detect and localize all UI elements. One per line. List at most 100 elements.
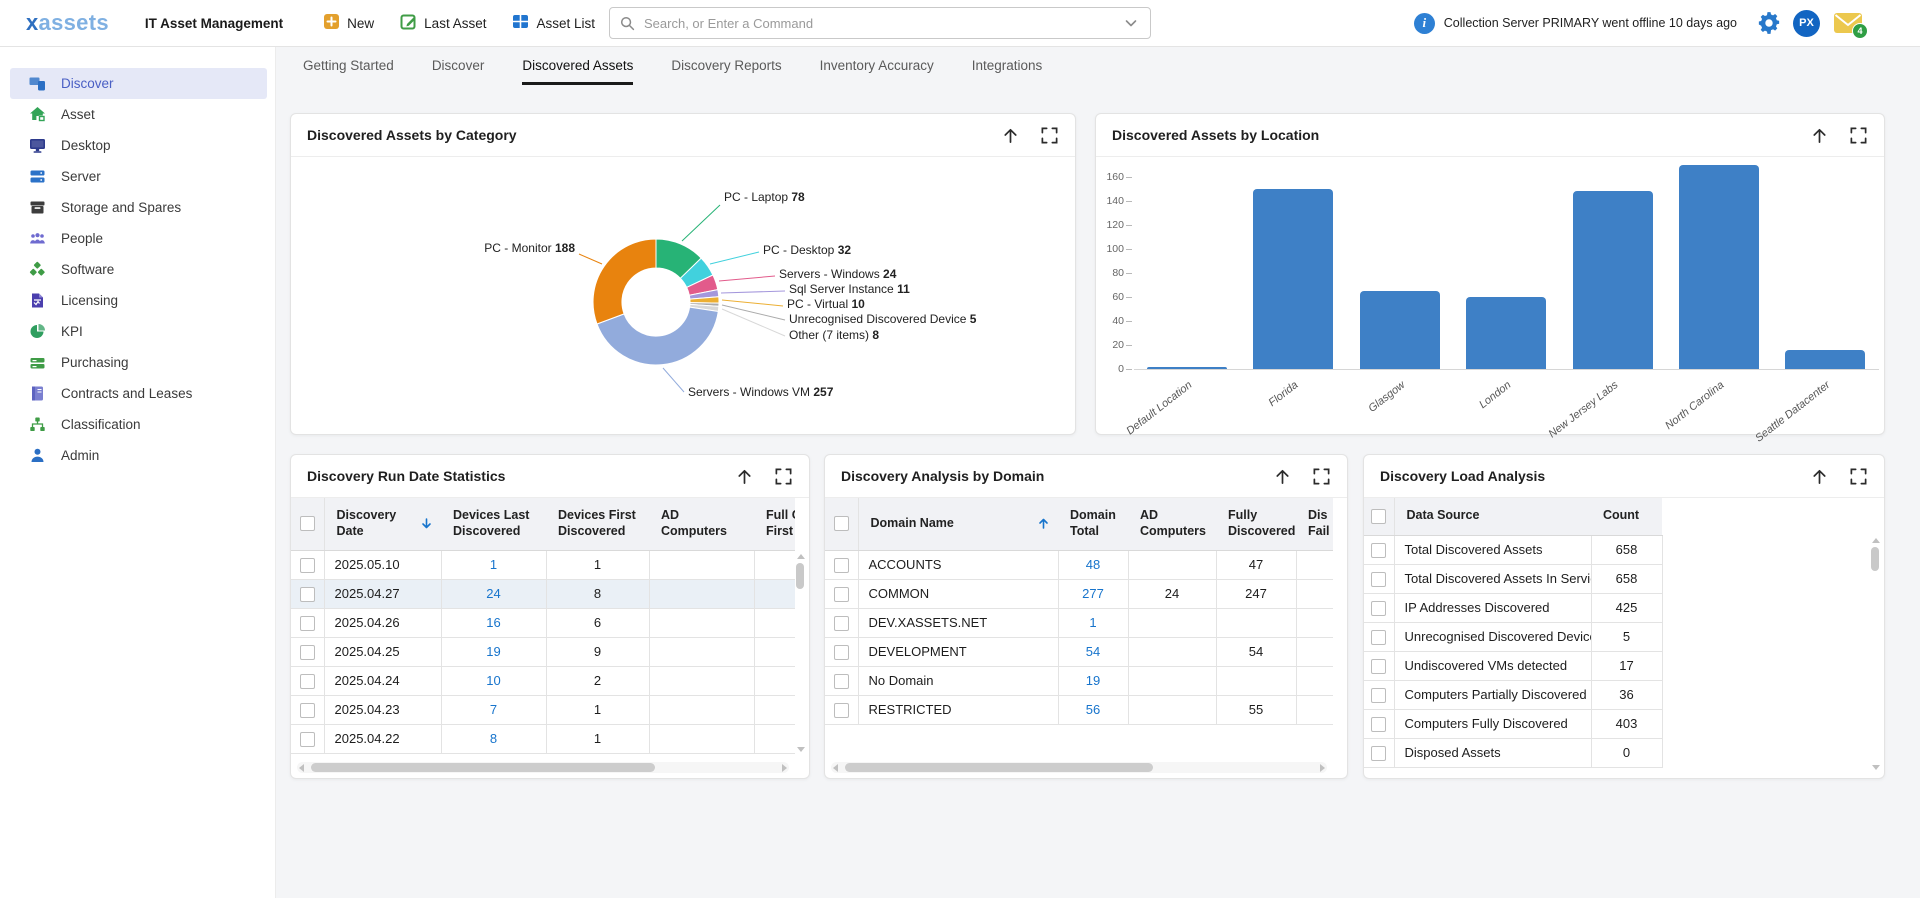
sidebar-item-purchasing[interactable]: Purchasing bbox=[10, 347, 267, 378]
tab-inventory-accuracy[interactable]: Inventory Accuracy bbox=[820, 58, 934, 85]
table-row[interactable]: 2025.04.26166 bbox=[291, 608, 795, 637]
row-checkbox[interactable] bbox=[834, 616, 849, 631]
row-checkbox[interactable] bbox=[1371, 717, 1386, 732]
table-row[interactable]: 2025.04.25199 bbox=[291, 637, 795, 666]
table-row[interactable]: Unrecognised Discovered Devices5 bbox=[1364, 622, 1662, 651]
horizontal-scrollbar[interactable] bbox=[831, 762, 1327, 773]
column-header-devices-last-discovered[interactable]: Devices Last Discovered bbox=[441, 498, 546, 550]
cell-link[interactable]: 19 bbox=[1086, 673, 1100, 688]
row-checkbox[interactable] bbox=[300, 703, 315, 718]
row-checkbox[interactable] bbox=[1371, 572, 1386, 587]
donut-segment-pc-monitor[interactable] bbox=[593, 239, 656, 324]
tab-discover[interactable]: Discover bbox=[432, 58, 485, 85]
table-row[interactable]: 2025.04.27248 bbox=[291, 579, 795, 608]
table-row[interactable]: 2025.04.24102 bbox=[291, 666, 795, 695]
table-row[interactable]: DEVELOPMENT5454 bbox=[825, 637, 1333, 666]
bar-default-location[interactable] bbox=[1147, 367, 1227, 369]
fullscreen-icon[interactable] bbox=[1849, 126, 1868, 145]
table-row[interactable]: Computers Partially Discovered36 bbox=[1364, 680, 1662, 709]
user-avatar[interactable]: PX bbox=[1793, 10, 1820, 37]
column-header-data-source[interactable]: Data Source bbox=[1394, 498, 1591, 535]
cell-link[interactable]: 16 bbox=[486, 615, 500, 630]
tab-integrations[interactable]: Integrations bbox=[972, 58, 1043, 85]
cell-link[interactable]: 8 bbox=[490, 731, 497, 746]
horizontal-scrollbar[interactable] bbox=[297, 762, 789, 773]
new-button[interactable]: New bbox=[323, 13, 374, 33]
table-row[interactable]: Computers Fully Discovered403 bbox=[1364, 709, 1662, 738]
cell-link[interactable]: 48 bbox=[1086, 557, 1100, 572]
fullscreen-icon[interactable] bbox=[1040, 126, 1059, 145]
row-checkbox[interactable] bbox=[300, 674, 315, 689]
column-header-count[interactable]: Count bbox=[1591, 498, 1662, 535]
table-row[interactable]: ACCOUNTS4847 bbox=[825, 550, 1333, 579]
row-checkbox[interactable] bbox=[300, 732, 315, 747]
sidebar-item-kpi[interactable]: KPI bbox=[10, 316, 267, 347]
chevron-down-icon[interactable] bbox=[1124, 16, 1138, 30]
table-row[interactable]: Total Discovered Assets658 bbox=[1364, 535, 1662, 564]
tab-getting-started[interactable]: Getting Started bbox=[303, 58, 394, 85]
row-checkbox[interactable] bbox=[834, 645, 849, 660]
select-all-checkbox[interactable] bbox=[834, 516, 849, 531]
up-arrow-icon[interactable] bbox=[1810, 126, 1829, 145]
table-row[interactable]: DEV.XASSETS.NET1 bbox=[825, 608, 1333, 637]
table-row[interactable]: IP Addresses Discovered425 bbox=[1364, 593, 1662, 622]
table-row[interactable]: Undiscovered VMs detected17 bbox=[1364, 651, 1662, 680]
sidebar-item-software[interactable]: Software bbox=[10, 254, 267, 285]
select-all-checkbox[interactable] bbox=[300, 516, 315, 531]
table-row[interactable]: No Domain19 bbox=[825, 666, 1333, 695]
tab-discovered-assets[interactable]: Discovered Assets bbox=[522, 58, 633, 85]
select-all-checkbox[interactable] bbox=[1371, 509, 1386, 524]
column-header-domain-total[interactable]: Domain Total bbox=[1058, 498, 1128, 550]
column-header-fully-discovered[interactable]: Fully Discovered bbox=[1216, 498, 1296, 550]
sidebar-item-discover[interactable]: Discover bbox=[10, 68, 267, 99]
row-checkbox[interactable] bbox=[834, 558, 849, 573]
row-checkbox[interactable] bbox=[1371, 746, 1386, 761]
column-header-ad-computers[interactable]: AD Computers bbox=[649, 498, 754, 550]
fullscreen-icon[interactable] bbox=[774, 467, 793, 486]
tab-discovery-reports[interactable]: Discovery Reports bbox=[671, 58, 781, 85]
column-header-full-comp-first-disc[interactable]: Full Comp First Disc bbox=[754, 498, 795, 550]
column-header-discovery-date[interactable]: Discovery Date bbox=[324, 498, 441, 550]
search-input[interactable] bbox=[642, 15, 1124, 32]
messages-button[interactable]: 4 bbox=[1832, 10, 1864, 36]
cell-link[interactable]: 56 bbox=[1086, 702, 1100, 717]
row-checkbox[interactable] bbox=[834, 674, 849, 689]
row-checkbox[interactable] bbox=[300, 558, 315, 573]
sidebar-item-asset[interactable]: Asset bbox=[10, 99, 267, 130]
row-checkbox[interactable] bbox=[300, 645, 315, 660]
vertical-scrollbar[interactable] bbox=[1870, 538, 1881, 770]
cell-link[interactable]: 54 bbox=[1086, 644, 1100, 659]
table-row[interactable]: COMMON27724247 bbox=[825, 579, 1333, 608]
fullscreen-icon[interactable] bbox=[1849, 467, 1868, 486]
column-header-dis-fail[interactable]: Dis Fail bbox=[1296, 498, 1333, 550]
cell-link[interactable]: 19 bbox=[486, 644, 500, 659]
table-row[interactable]: Total Discovered Assets In Service658 bbox=[1364, 564, 1662, 593]
table-row[interactable]: 2025.04.2281 bbox=[291, 724, 795, 753]
cell-link[interactable]: 1 bbox=[490, 557, 497, 572]
cell-link[interactable]: 24 bbox=[486, 586, 500, 601]
cell-link[interactable]: 277 bbox=[1082, 586, 1104, 601]
cell-link[interactable]: 10 bbox=[486, 673, 500, 688]
bar-florida[interactable] bbox=[1253, 189, 1333, 369]
column-header-devices-first-discovered[interactable]: Devices First Discovered bbox=[546, 498, 649, 550]
gear-icon[interactable] bbox=[1757, 11, 1781, 35]
row-checkbox[interactable] bbox=[300, 587, 315, 602]
sidebar-item-licensing[interactable]: Licensing bbox=[10, 285, 267, 316]
sidebar-item-storage-and-spares[interactable]: Storage and Spares bbox=[10, 192, 267, 223]
sidebar-item-admin[interactable]: Admin bbox=[10, 440, 267, 471]
row-checkbox[interactable] bbox=[1371, 630, 1386, 645]
bar-glasgow[interactable] bbox=[1360, 291, 1440, 369]
row-checkbox[interactable] bbox=[834, 587, 849, 602]
sidebar-item-server[interactable]: Server bbox=[10, 161, 267, 192]
row-checkbox[interactable] bbox=[1371, 688, 1386, 703]
xassets-logo[interactable]: xassets bbox=[26, 10, 109, 36]
up-arrow-icon[interactable] bbox=[735, 467, 754, 486]
vertical-scrollbar[interactable] bbox=[795, 554, 806, 752]
column-header-domain-name[interactable]: Domain Name bbox=[858, 498, 1058, 550]
row-checkbox[interactable] bbox=[1371, 601, 1386, 616]
asset-list-button[interactable]: Asset List bbox=[512, 13, 595, 33]
last-asset-button[interactable]: Last Asset bbox=[400, 13, 486, 33]
table-row[interactable]: RESTRICTED5655 bbox=[825, 695, 1333, 724]
table-row[interactable]: 2025.05.1011 bbox=[291, 550, 795, 579]
bar-seattle-datacenter[interactable] bbox=[1785, 350, 1865, 369]
